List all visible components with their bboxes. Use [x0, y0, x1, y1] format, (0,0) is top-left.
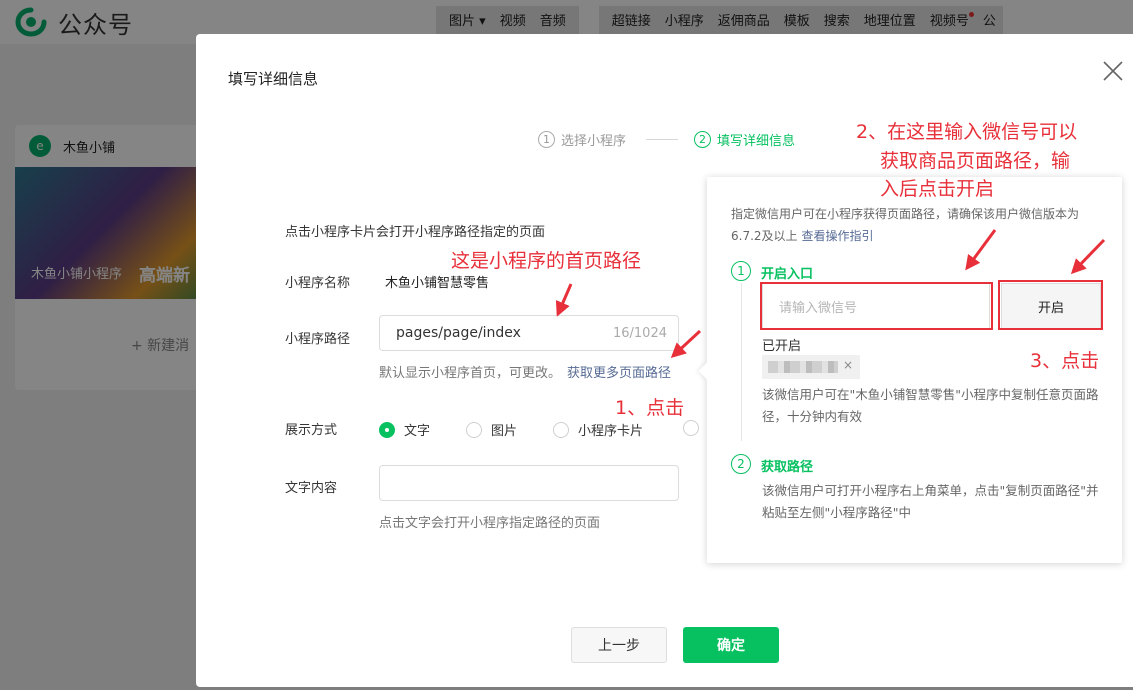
more-paths-link[interactable]: 获取更多页面路径: [567, 366, 671, 381]
text-content-label: 文字内容: [285, 481, 338, 496]
annotation-step3: 3、点击: [1030, 350, 1100, 372]
enabled-user-chip: ×: [762, 355, 860, 379]
radio-text[interactable]: 文字: [379, 420, 430, 439]
radio-image[interactable]: 图片: [466, 420, 517, 439]
radio-unselected-icon: [466, 421, 482, 438]
popover-desc-text: 指定微信用户可在小程序获得页面路径，请确保该用户微信版本为6.7.2及以上: [731, 207, 1080, 243]
appname-value: 木鱼小铺智慧零售: [385, 276, 490, 291]
popover-description: 指定微信用户可在小程序获得页面路径，请确保该用户微信版本为6.7.2及以上 查看操…: [731, 203, 1103, 247]
text-content-hint: 点击文字会打开小程序指定路径的页面: [379, 516, 601, 531]
intro-text: 点击小程序卡片会打开小程序路径指定的页面: [285, 225, 546, 240]
radio-unselected-icon: [553, 421, 569, 438]
get-path-title: 获取路径: [761, 460, 814, 475]
annotation-step2-line3: 入后点击开启: [880, 178, 995, 200]
annotation-step2-line2: 获取商品页面路径，输: [880, 150, 1071, 172]
get-path-description: 该微信用户可打开小程序右上角菜单，点击"复制页面路径"并粘贴至左侧"小程序路径"…: [762, 483, 1099, 520]
confirm-button[interactable]: 确定: [683, 627, 779, 663]
annotation-homepage-path: 这是小程序的首页路径: [451, 250, 642, 272]
step-label: 选择小程序: [561, 134, 627, 149]
path-hint: 默认显示小程序首页，可更改。 获取更多页面路径: [379, 362, 671, 381]
radio-label: 图片: [491, 424, 518, 439]
display-mode-label: 展示方式: [285, 423, 338, 438]
step-connector-line: [741, 283, 742, 441]
path-char-count: 16/1024: [612, 326, 667, 341]
path-hint-text: 默认显示小程序首页，可更改。: [379, 366, 562, 381]
enable-entry-description: 该微信用户可在"木鱼小铺智慧零售"小程序中复制任意页面路径，十分钟内有效: [762, 387, 1099, 424]
close-icon[interactable]: [1102, 60, 1124, 82]
popover-step-number: 1: [731, 261, 751, 281]
step-number: 1: [538, 131, 555, 148]
annotation-step2-line1: 2、在这里输入微信号可以: [856, 121, 1078, 143]
popover-step-number: 2: [731, 454, 751, 474]
previous-step-button[interactable]: 上一步: [571, 627, 667, 663]
path-label: 小程序路径: [285, 332, 351, 347]
step-select-miniprogram: 1 选择小程序: [538, 130, 626, 149]
enabled-label: 已开启: [762, 339, 802, 354]
radio-unselected-icon: [683, 420, 699, 436]
radio-more[interactable]: [683, 420, 708, 436]
radio-label: 小程序卡片: [578, 424, 644, 439]
path-input[interactable]: pages/page/index 16/1024: [379, 315, 679, 351]
radio-selected-icon: [379, 421, 395, 438]
blurred-user-id: [768, 361, 838, 373]
radio-label: 文字: [404, 424, 431, 439]
step-indicator: 1 选择小程序 2 填写详细信息: [538, 130, 795, 149]
step-divider: [646, 139, 679, 140]
operation-guide-link[interactable]: 查看操作指引: [802, 229, 874, 243]
enable-entry-title: 开启入口: [761, 267, 814, 282]
step-fill-details: 2 填写详细信息: [694, 130, 795, 149]
step-number: 2: [694, 131, 712, 148]
text-content-input[interactable]: [379, 465, 679, 501]
radio-miniprogram-card[interactable]: 小程序卡片: [553, 420, 643, 439]
wechat-input-highlight: [760, 282, 993, 330]
dialog-title: 填写详细信息: [228, 70, 319, 88]
path-value: pages/page/index: [396, 325, 521, 341]
step-label: 填写详细信息: [717, 134, 796, 149]
enable-button-highlight: [998, 280, 1103, 330]
annotation-step1: 1、点击: [615, 397, 685, 419]
appname-label: 小程序名称: [285, 276, 351, 291]
remove-user-icon[interactable]: ×: [843, 358, 853, 372]
